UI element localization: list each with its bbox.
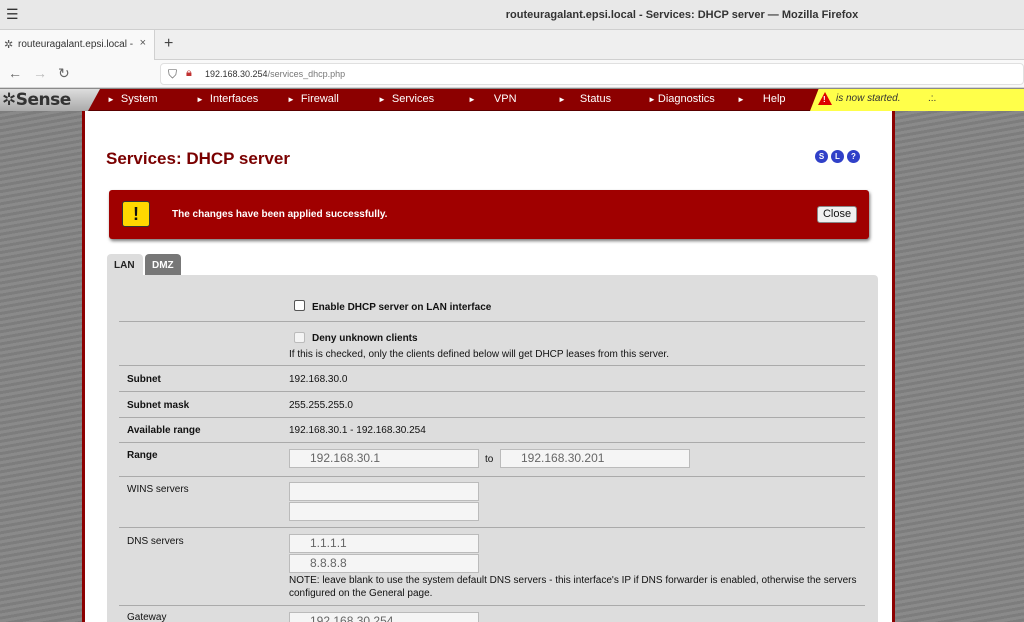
nav-services[interactable]: ► Services: [378, 93, 434, 105]
log-shortcut-icon[interactable]: L: [831, 150, 844, 163]
range-label: Range: [127, 450, 158, 461]
warning-glyph: !: [823, 95, 826, 104]
pfsense-logo[interactable]: ✲Sense: [0, 89, 100, 111]
nav-system[interactable]: ► System: [107, 93, 158, 105]
wins-server-2-input[interactable]: [289, 502, 479, 521]
help-icon[interactable]: ?: [847, 150, 860, 163]
arrow-icon: ►: [468, 95, 476, 104]
dns-note: NOTE: leave blank to use the system defa…: [289, 575, 857, 599]
reload-icon[interactable]: ↻: [58, 65, 70, 82]
favicon-icon: ✲: [4, 39, 14, 51]
arrow-icon: ►: [378, 95, 386, 104]
browser-tab-label: routeuragalant.epsi.local - Se: [18, 39, 136, 50]
url-path: /services_dhcp.php: [267, 69, 346, 79]
nav-label: System: [120, 93, 158, 105]
subnet-mask-label: Subnet mask: [127, 400, 190, 411]
row-available-range: Available range 192.168.30.1 - 192.168.3…: [119, 418, 865, 443]
tab-lan[interactable]: LAN: [107, 254, 143, 275]
nav-interfaces[interactable]: ► Interfaces: [196, 93, 258, 105]
deny-note: If this is checked, only the clients def…: [289, 349, 669, 360]
background-right: [895, 111, 1024, 622]
forward-icon[interactable]: →: [33, 65, 47, 81]
subnet-label: Subnet: [127, 374, 161, 385]
browser-navbar: ← → ↻ ⛉ 🔒︎ 192.168.30.254/services_dhcp.…: [0, 60, 1024, 88]
exclamation-icon: !: [122, 201, 150, 227]
nav-diagnostics[interactable]: ► Diagnostics: [648, 93, 715, 105]
nav-label: VPN: [493, 93, 517, 105]
new-tab-icon[interactable]: +: [164, 35, 173, 53]
nav-help[interactable]: ► Help: [737, 93, 786, 105]
window-title: routeuragalant.epsi.local - Services: DH…: [505, 9, 859, 21]
content-panel: Services: DHCP server S L? ! The changes …: [82, 111, 895, 622]
row-gateway: Gateway 192.168.30.254: [119, 606, 865, 622]
row-wins: WINS servers: [119, 477, 865, 528]
page-title: Services: DHCP server: [106, 149, 290, 168]
row-dns: DNS servers 1.1.1.1 8.8.8.8 NOTE: leave …: [119, 528, 865, 606]
success-alert: ! The changes have been applied successf…: [109, 190, 869, 239]
warning-icon: !: [818, 92, 832, 105]
range-to-input[interactable]: 192.168.30.201: [500, 449, 690, 468]
tab-dmz[interactable]: DMZ: [145, 254, 181, 275]
enable-label: Enable DHCP server on LAN interface: [312, 302, 492, 313]
nav-status[interactable]: ► Status: [558, 93, 611, 105]
lock-icon[interactable]: 🔒︎: [186, 67, 192, 80]
nav-label: Diagnostics: [657, 93, 715, 105]
help-icons: S L?: [815, 150, 863, 163]
nav-label: Services: [391, 93, 435, 105]
deny-label: Deny unknown clients: [312, 333, 418, 344]
url-bar[interactable]: ⛉ 🔒︎ 192.168.30.254/services_dhcp.php: [160, 63, 1024, 85]
back-icon[interactable]: ←: [8, 65, 22, 81]
dns-server-2-input[interactable]: 8.8.8.8: [289, 554, 479, 573]
dhcp-form: Enable DHCP server on LAN interface Deny…: [107, 275, 878, 622]
wins-server-1-input[interactable]: [289, 482, 479, 501]
pfsense-header: ✲Sense ► System ► Interfaces ► Firewall ► Se…: [0, 89, 1024, 111]
available-range-label: Available range: [127, 425, 201, 436]
browser-tabstrip: ✲ routeuragalant.epsi.local - Se × +: [0, 30, 1024, 60]
nav-label: Firewall: [300, 93, 339, 105]
url-host: 192.168.30.254: [205, 69, 268, 79]
shield-icon[interactable]: ⛉: [168, 67, 177, 82]
nav-label: Status: [579, 93, 612, 105]
gateway-input[interactable]: 192.168.30.254: [289, 612, 479, 622]
dns-label: DNS servers: [127, 536, 184, 547]
alert-message: The changes have been applied successful…: [172, 209, 388, 220]
range-to-label: to: [485, 454, 494, 465]
enable-checkbox[interactable]: [294, 300, 305, 311]
arrow-icon: ►: [196, 95, 204, 104]
nav-firewall[interactable]: ► Firewall: [287, 93, 339, 105]
arrow-icon: ►: [737, 95, 745, 104]
range-from-input[interactable]: 192.168.30.1: [289, 449, 479, 468]
row-subnet-mask: Subnet mask 255.255.255.0: [119, 392, 865, 418]
deny-checkbox[interactable]: [294, 332, 305, 343]
subnet-mask-value: 255.255.255.0: [289, 400, 353, 411]
row-range: Range 192.168.30.1 to 192.168.30.201: [119, 443, 865, 477]
service-notice[interactable]: ! is now started. .:.: [810, 89, 1024, 111]
logo-text: ✲Sense: [2, 90, 71, 110]
row-deny: Deny unknown clients If this is checked,…: [119, 322, 865, 366]
gateway-label: Gateway: [127, 612, 167, 622]
url-text[interactable]: 192.168.30.254/services_dhcp.php: [205, 69, 345, 79]
row-subnet: Subnet 192.168.30.0: [119, 366, 865, 392]
dns-server-1-input[interactable]: 1.1.1.1: [289, 534, 479, 553]
background-left: [0, 111, 82, 622]
nav-label: Interfaces: [209, 93, 259, 105]
arrow-icon: ►: [558, 95, 566, 104]
browser-tab[interactable]: ✲ routeuragalant.epsi.local - Se ×: [0, 30, 155, 60]
wins-label: WINS servers: [127, 484, 189, 495]
nav-vpn[interactable]: ► VPN: [468, 93, 517, 105]
nav-label: Help: [762, 93, 786, 105]
close-tab-icon[interactable]: ×: [140, 37, 146, 49]
subnet-value: 192.168.30.0: [289, 374, 348, 385]
status-shortcut-icon[interactable]: S: [815, 150, 828, 163]
arrow-icon: ►: [287, 95, 295, 104]
arrow-icon: ►: [648, 95, 656, 104]
window-titlebar: ☰ routeuragalant.epsi.local - Services: …: [0, 0, 1024, 30]
close-button[interactable]: Close: [817, 206, 857, 223]
notice-dots: .:.: [928, 93, 937, 104]
arrow-icon: ►: [107, 95, 115, 104]
notice-text: is now started.: [836, 93, 901, 104]
available-range-value: 192.168.30.1 - 192.168.30.254: [289, 425, 426, 436]
row-enable: Enable DHCP server on LAN interface: [119, 275, 865, 322]
